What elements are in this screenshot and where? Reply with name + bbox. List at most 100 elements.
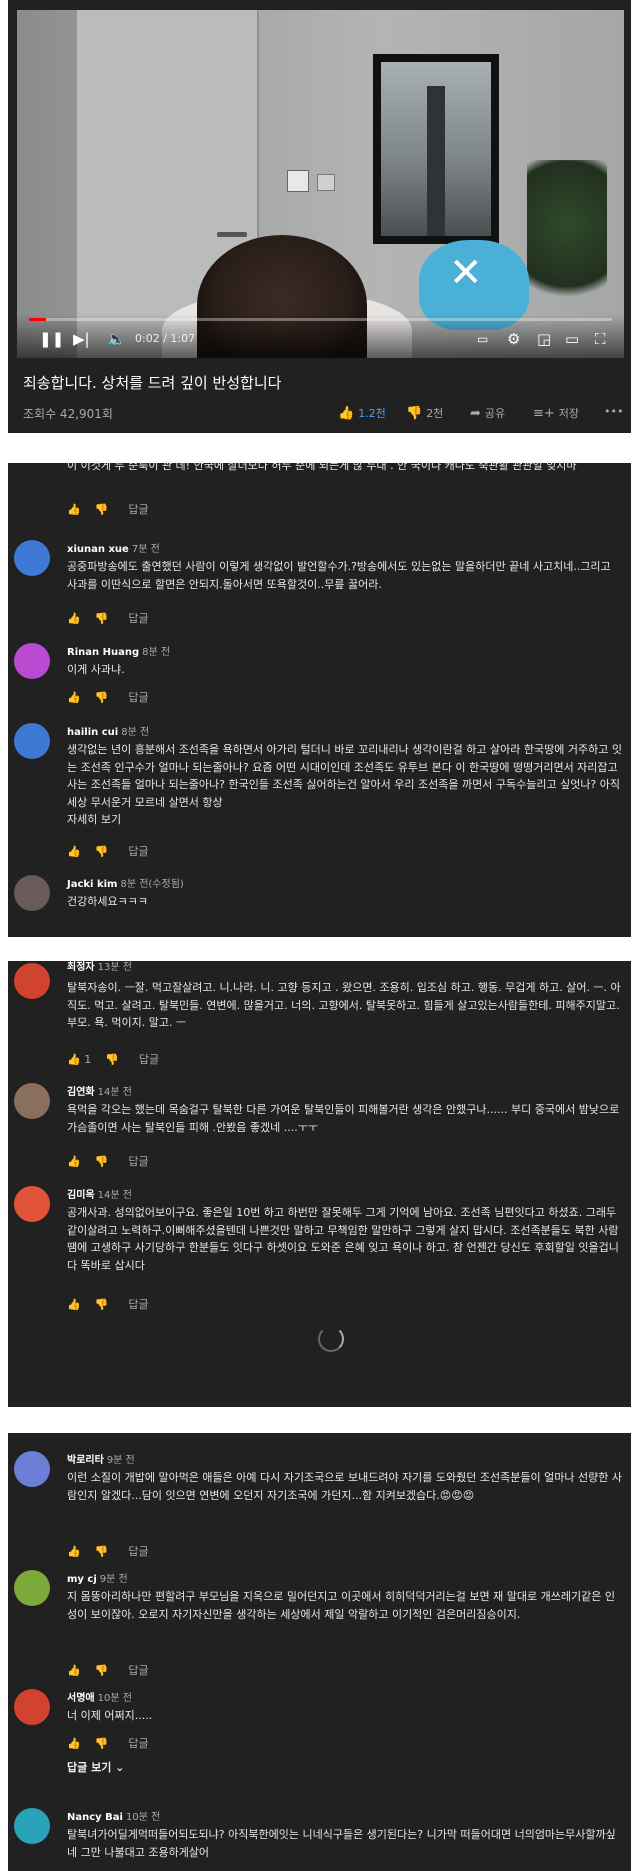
comments-panel-3: 박로리타 9분 전 이런 소질이 개밥에 말아먹은 애들은 아예 다시 자기조국으… xyxy=(8,1433,631,1871)
loading-spinner xyxy=(318,1326,344,1352)
like-icon[interactable]: 👍 xyxy=(67,691,81,704)
comment-actions: 👍 👎 답글 xyxy=(67,501,149,517)
comment-author[interactable]: 김연화 14분 전 xyxy=(67,1083,132,1098)
comment-author[interactable]: 서명애 10분 전 xyxy=(67,1689,132,1704)
comment-author[interactable]: 박로리타 9분 전 xyxy=(67,1451,135,1466)
reply-button[interactable]: 답글 xyxy=(128,1735,148,1751)
reply-button[interactable]: 답글 xyxy=(128,1543,148,1559)
share-icon: ➦ xyxy=(470,406,481,421)
comment-author[interactable]: xiunan xue 7분 전 xyxy=(67,540,160,555)
dislike-icon[interactable]: 👎 xyxy=(95,1737,109,1750)
comment-actions: 👍 👎 답글 xyxy=(67,1153,149,1169)
comments-panel-2: ⋮ 최정자13분 전 탈북자송이. ㅡ잘. 먹고잘살려고. 니.나라. 니. 고… xyxy=(8,961,631,1407)
avatar[interactable] xyxy=(14,1186,50,1222)
video-frame-handle xyxy=(217,232,247,237)
dislike-icon[interactable]: 👎 xyxy=(95,1664,109,1677)
settings-icon[interactable]: ⚙ xyxy=(507,330,520,348)
reply-button[interactable]: 답글 xyxy=(128,689,148,705)
like-icon[interactable]: 👍 1 xyxy=(67,1053,91,1066)
comments-panel-1: 이 이것게 두 순룩이 관 데! 안국에 살더모다 허두 준에 되는게 많 두대… xyxy=(8,463,631,937)
comment-author[interactable]: 김미옥 14분 전 xyxy=(67,1186,132,1201)
comment-author[interactable]: Jacki kim 8분 전(수정됨) xyxy=(67,875,184,890)
dislike-icon[interactable]: 👎 xyxy=(95,503,109,516)
dislike-icon[interactable]: 👎 xyxy=(95,845,109,858)
like-button[interactable]: 👍 1.2천 xyxy=(338,405,386,421)
miniplayer-icon[interactable]: ◲ xyxy=(537,330,551,348)
comment-text: 지 몸뚱아리하나만 편할려구 부모님을 지옥으로 밀어던지고 이곳에서 히히덕덕… xyxy=(67,1590,615,1621)
comment-actions: 👍 👎 답글 xyxy=(67,1662,149,1678)
dislike-icon[interactable]: 👎 xyxy=(105,1053,119,1066)
avatar[interactable] xyxy=(14,643,50,679)
show-replies-button[interactable]: 답글 보기 ⌄ xyxy=(67,1759,124,1775)
volume-icon[interactable]: 🔈 xyxy=(107,330,126,348)
video-frame-poster xyxy=(373,54,499,244)
video-player[interactable]: ✕ ❚❚ ▶| 🔈 0:02 / 1:07 ▭ ⚙ ◲ ▭ ⛶ xyxy=(17,10,624,358)
avatar[interactable] xyxy=(14,1570,50,1606)
dislike-icon[interactable]: 👎 xyxy=(95,1545,109,1558)
comment-text: 공개사과. 성의없어보이구요. 좋은일 10번 하고 하번만 잘못해두 그게 기… xyxy=(67,1206,619,1272)
like-icon[interactable]: 👍 xyxy=(67,1545,81,1558)
player-controls: ❚❚ ▶| 🔈 0:02 / 1:07 ▭ ⚙ ◲ ▭ ⛶ xyxy=(17,314,624,358)
comment-author[interactable]: 최정자 13분 전 xyxy=(67,961,132,973)
reply-button[interactable]: 답글 xyxy=(128,1662,148,1678)
next-icon[interactable]: ▶| xyxy=(73,330,90,348)
reply-button[interactable]: 답글 xyxy=(128,1296,148,1312)
reply-button[interactable]: 답글 xyxy=(139,1051,159,1067)
theater-icon[interactable]: ▭ xyxy=(565,330,579,348)
play-pause-icon[interactable]: ❚❚ xyxy=(39,330,64,348)
avatar[interactable] xyxy=(14,1689,50,1725)
avatar[interactable] xyxy=(14,1083,50,1119)
dislike-button[interactable]: 👎 2천 xyxy=(406,405,443,421)
fullscreen-icon[interactable]: ⛶ xyxy=(595,330,606,348)
save-button[interactable]: ≡+ 저장 xyxy=(533,405,579,421)
comment-actions: 👍 👎 답글 xyxy=(67,843,149,859)
comment-text: 이 이것게 두 순룩이 관 데! 안국에 살더모다 허두 준에 되는게 많 두대… xyxy=(67,463,577,472)
comment-text: 탈북자송이. ㅡ잘. 먹고잘살려고. 니.나라. 니. 고향 등지고 . 왔으면… xyxy=(67,981,621,1029)
dislike-icon[interactable]: 👎 xyxy=(95,1155,109,1168)
like-icon: 👍 xyxy=(338,406,355,421)
reply-button[interactable]: 답글 xyxy=(128,610,148,626)
dislike-icon: 👎 xyxy=(406,406,423,421)
reply-button[interactable]: 답글 xyxy=(128,843,148,859)
more-vert-icon[interactable]: ⋮ xyxy=(626,967,631,979)
time-display: 0:02 / 1:07 xyxy=(135,332,196,345)
comment-actions: 👍 1 👎 답글 xyxy=(67,1051,159,1067)
like-icon[interactable]: 👍 xyxy=(67,845,81,858)
comment-author[interactable]: Nancy Bai 10분 전 xyxy=(67,1808,160,1823)
comment-text: 이런 소질이 개밥에 말아먹은 애들은 아예 다시 자기조국으로 보내드려야 자… xyxy=(67,1471,622,1502)
share-button[interactable]: ➦ 공유 xyxy=(470,405,505,421)
comment-text: 생각없는 년이 흥분해서 조선족을 욕하면서 아가리 털더니 바로 꼬리내리나 … xyxy=(67,743,622,809)
dislike-icon[interactable]: 👎 xyxy=(95,612,109,625)
avatar[interactable] xyxy=(14,875,50,911)
more-button[interactable]: ••• xyxy=(604,405,623,418)
like-icon[interactable]: 👍 xyxy=(67,1155,81,1168)
reply-button[interactable]: 답글 xyxy=(128,1153,148,1169)
like-icon[interactable]: 👍 xyxy=(67,1664,81,1677)
like-icon[interactable]: 👍 xyxy=(67,1298,81,1311)
subtitles-icon[interactable]: ▭ xyxy=(477,330,488,348)
avatar[interactable] xyxy=(14,723,50,759)
avatar[interactable] xyxy=(14,963,50,999)
comment-actions: 👍 👎 답글 xyxy=(67,1735,149,1751)
video-frame-switch-2 xyxy=(317,174,335,191)
like-icon[interactable]: 👍 xyxy=(67,612,81,625)
progress-fill xyxy=(29,318,47,321)
like-icon[interactable]: 👍 xyxy=(67,1737,81,1750)
comment-text: 이게 사과냐. xyxy=(67,663,125,676)
dislike-icon[interactable]: 👎 xyxy=(95,1298,109,1311)
avatar[interactable] xyxy=(14,1451,50,1487)
more-icon: ••• xyxy=(604,405,624,418)
comment-author[interactable]: hailin cui 8분 전 xyxy=(67,723,149,738)
read-more-link[interactable]: 자세히 보기 xyxy=(67,811,622,829)
comment-author[interactable]: my cj 9분 전 xyxy=(67,1570,128,1585)
reply-button[interactable]: 답글 xyxy=(128,501,148,517)
avatar[interactable] xyxy=(14,1808,50,1844)
video-frame-switch xyxy=(287,170,309,192)
comment-author[interactable]: Rinan Huang 8분 전 xyxy=(67,643,170,658)
progress-bar[interactable] xyxy=(29,318,612,321)
view-count: 조회수 42,901회 xyxy=(23,407,113,421)
avatar[interactable] xyxy=(14,540,50,576)
dislike-icon[interactable]: 👎 xyxy=(95,691,109,704)
like-icon[interactable]: 👍 xyxy=(67,503,81,516)
comment-actions: 👍 👎 답글 xyxy=(67,610,149,626)
